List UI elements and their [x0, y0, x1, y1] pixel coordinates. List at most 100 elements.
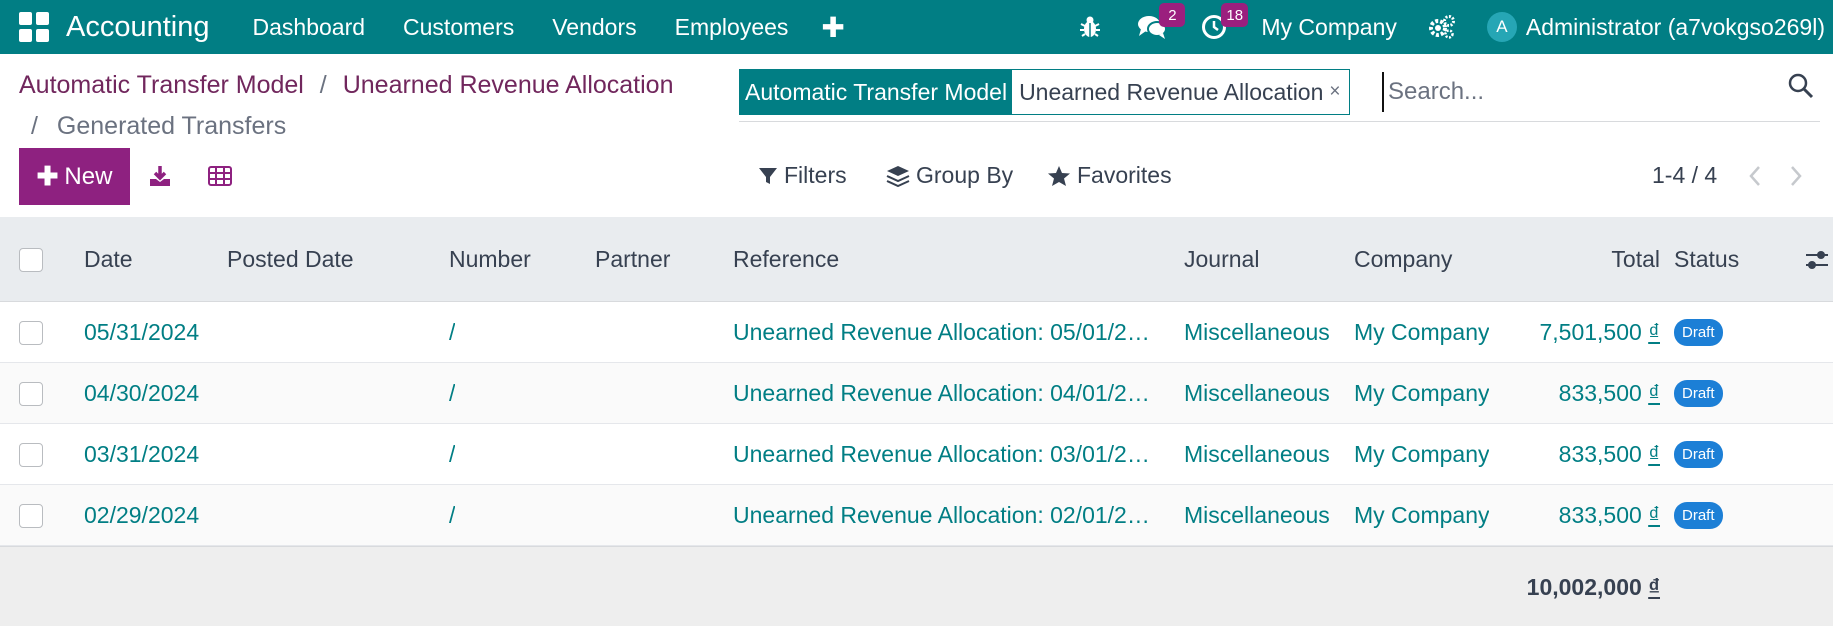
cell-number: / — [449, 502, 456, 528]
cell-company: My Company — [1354, 380, 1490, 406]
row-checkbox[interactable] — [19, 442, 43, 467]
row-select-cell — [0, 302, 60, 363]
search-icon[interactable] — [1787, 72, 1819, 104]
journal-entries-list: Date Posted Date Number Partner Referenc… — [0, 217, 1833, 626]
cell-journal: Miscellaneous — [1184, 380, 1330, 406]
breadcrumb-unearned-revenue-allocation[interactable]: Unearned Revenue Allocation — [343, 71, 674, 99]
company-switcher[interactable]: My Company — [1261, 14, 1396, 41]
table-row[interactable]: 04/30/2024 / Unearned Revenue Allocation… — [0, 363, 1833, 424]
cell-status: Draft — [1674, 363, 1723, 424]
page-title: Generated Transfers — [56, 112, 287, 140]
breadcrumb-separator: / — [31, 112, 38, 140]
optional-columns-sliders-icon[interactable] — [1804, 217, 1830, 302]
cell-date: 04/30/2024 — [84, 380, 200, 406]
menu-employees[interactable]: Employees — [656, 14, 808, 41]
total-amount: 833,500 — [1558, 502, 1642, 528]
cell-company: My Company — [1354, 319, 1490, 345]
column-company[interactable]: Company — [1354, 217, 1452, 302]
cell-reference: Unearned Revenue Allocation: 02/01/2… — [733, 502, 1150, 528]
group-by-label: Group By — [916, 162, 1014, 188]
menu-customers[interactable]: Customers — [384, 14, 533, 41]
select-all-checkbox[interactable] — [19, 247, 43, 272]
search-bar: Automatic Transfer Model Unearned Revenu… — [739, 68, 1820, 122]
activities-clock-icon[interactable]: 18 — [1199, 3, 1249, 42]
star-icon — [1048, 165, 1070, 186]
cell-journal: Miscellaneous — [1184, 319, 1330, 345]
breadcrumb-current-line: / Generated Transfers — [31, 112, 286, 141]
menu-vendors[interactable]: Vendors — [533, 14, 655, 41]
table-row[interactable]: 02/29/2024 / Unearned Revenue Allocation… — [0, 485, 1833, 546]
facet-value: Unearned Revenue Allocation × — [1012, 70, 1349, 114]
facet-value-text: Unearned Revenue Allocation — [1019, 78, 1324, 105]
spreadsheet-table-icon[interactable] — [206, 162, 234, 190]
favorites-toggle[interactable]: Favorites — [1047, 162, 1172, 189]
column-date[interactable]: Date — [84, 217, 133, 302]
cell-date: 02/29/2024 — [84, 502, 200, 528]
cell-total: 833,500 ₫ — [1559, 485, 1660, 546]
cell-total: 7,501,500 ₫ — [1539, 302, 1660, 363]
table-row[interactable]: 03/31/2024 / Unearned Revenue Allocation… — [0, 424, 1833, 485]
column-number[interactable]: Number — [449, 217, 531, 302]
status-badge: Draft — [1674, 441, 1723, 468]
footer-currency-symbol: ₫ — [1648, 573, 1660, 600]
facet-remove-icon[interactable]: × — [1329, 81, 1340, 103]
row-checkbox[interactable] — [19, 503, 43, 528]
settings-gears-icon[interactable] — [1427, 12, 1457, 42]
row-checkbox[interactable] — [19, 381, 43, 406]
cell-number: / — [449, 319, 456, 345]
cell-journal: Miscellaneous — [1184, 502, 1330, 528]
messages-chat-icon[interactable]: 2 — [1137, 3, 1186, 42]
filters-toggle[interactable]: Filters — [758, 162, 847, 189]
cell-status: Draft — [1674, 485, 1723, 546]
breadcrumb-separator: / — [319, 71, 327, 99]
debug-bug-icon[interactable] — [1075, 12, 1105, 42]
filter-funnel-icon — [759, 167, 777, 184]
app-brand[interactable]: Accounting — [66, 11, 210, 44]
activities-count-badge: 18 — [1221, 3, 1249, 27]
cell-status: Draft — [1674, 424, 1723, 485]
cell-company: My Company — [1354, 502, 1490, 528]
column-posted-date[interactable]: Posted Date — [227, 217, 354, 302]
new-button[interactable]: ✚ New — [19, 148, 130, 205]
cell-reference: Unearned Revenue Allocation: 05/01/2… — [733, 319, 1150, 345]
cell-number: / — [449, 441, 456, 467]
cell-number: / — [449, 380, 456, 406]
messages-count-badge: 2 — [1159, 3, 1186, 27]
pager-value[interactable]: 1-4 / 4 — [1652, 162, 1717, 189]
table-row[interactable]: 05/31/2024 / Unearned Revenue Allocation… — [0, 302, 1833, 363]
footer-total: 10,002,000 ₫ — [1527, 547, 1660, 627]
cell-total: 833,500 ₫ — [1559, 424, 1660, 485]
row-select-cell — [0, 485, 60, 546]
column-reference[interactable]: Reference — [733, 217, 839, 302]
menu-dashboard[interactable]: Dashboard — [234, 14, 385, 41]
currency-symbol: ₫ — [1648, 380, 1660, 406]
currency-symbol: ₫ — [1648, 319, 1660, 345]
row-select-cell — [0, 363, 60, 424]
table-header: Date Posted Date Number Partner Referenc… — [0, 217, 1833, 302]
cell-reference: Unearned Revenue Allocation: 03/01/2… — [733, 441, 1150, 467]
download-export-icon[interactable] — [146, 162, 174, 190]
status-badge: Draft — [1674, 502, 1723, 529]
search-input[interactable] — [1382, 72, 1782, 112]
pager-next-icon[interactable] — [1784, 162, 1808, 190]
breadcrumb: Automatic Transfer Model / Unearned Reve… — [19, 71, 674, 100]
column-journal[interactable]: Journal — [1184, 217, 1259, 302]
apps-menu-icon[interactable] — [17, 10, 51, 44]
facet-label: Automatic Transfer Model — [740, 70, 1013, 114]
total-amount: 7,501,500 — [1539, 319, 1642, 345]
group-by-toggle[interactable]: Group By — [886, 162, 1013, 189]
pager-previous-icon[interactable] — [1743, 162, 1767, 190]
column-partner[interactable]: Partner — [595, 217, 670, 302]
layers-icon — [886, 165, 910, 187]
user-menu[interactable]: Administrator (a7vokgso269l) — [1526, 14, 1825, 41]
column-status[interactable]: Status — [1674, 217, 1739, 302]
currency-symbol: ₫ — [1648, 502, 1660, 528]
user-avatar[interactable]: A — [1486, 12, 1517, 42]
column-total[interactable]: Total — [1611, 217, 1660, 302]
add-menu-plus-icon[interactable]: ✚ — [807, 11, 858, 44]
plus-icon: ✚ — [36, 161, 59, 191]
row-checkbox[interactable] — [19, 320, 43, 345]
breadcrumb-automatic-transfer-model[interactable]: Automatic Transfer Model — [19, 71, 304, 99]
status-badge: Draft — [1674, 380, 1723, 407]
currency-symbol: ₫ — [1648, 441, 1660, 467]
